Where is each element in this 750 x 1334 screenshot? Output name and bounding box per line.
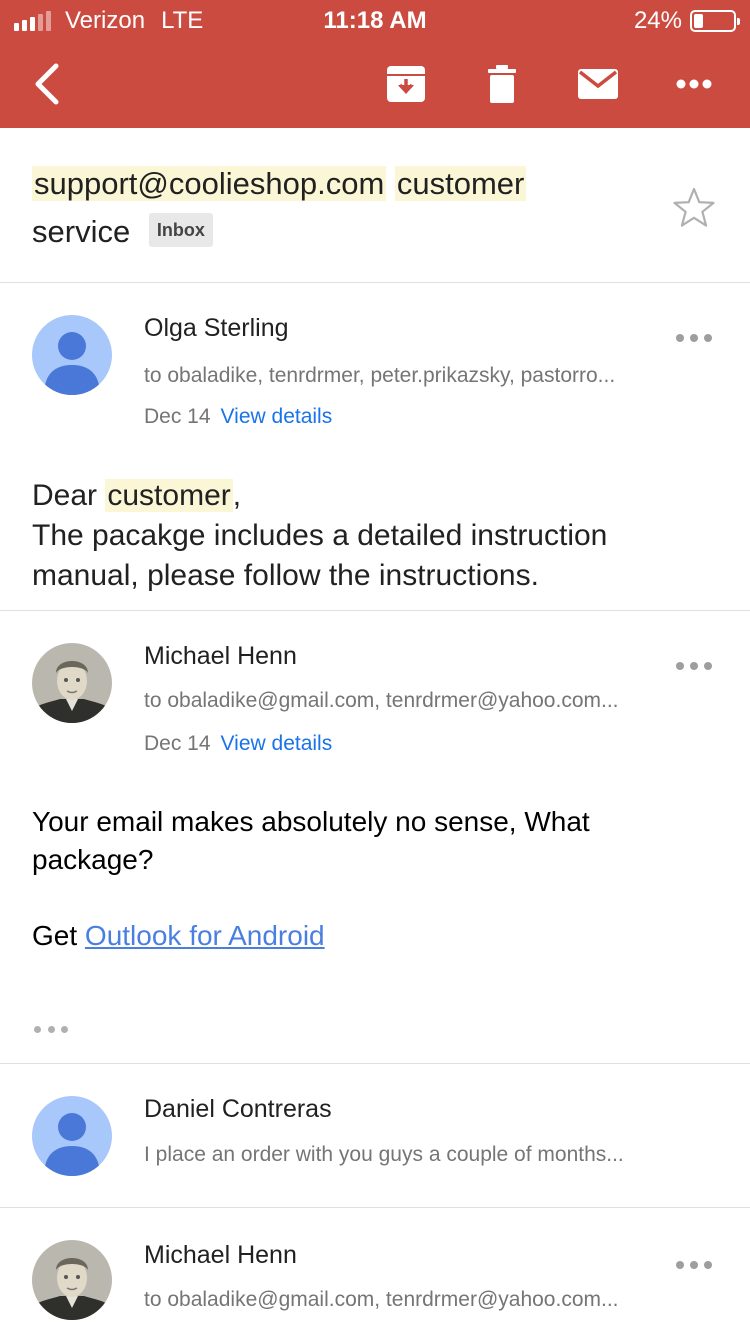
avatar (32, 1240, 112, 1320)
top-toolbar (0, 40, 750, 128)
subject-highlight-email: support@coolieshop.com (32, 166, 387, 201)
message-date: Dec 14 (144, 732, 211, 755)
person-icon (32, 315, 112, 395)
sender-name: Michael Henn (144, 642, 297, 670)
battery-icon (690, 10, 740, 32)
message-snippet: I place an order with you guys a couple … (144, 1143, 624, 1166)
avatar-photo (32, 1240, 112, 1320)
message-item[interactable]: Michael Henn to obaladike@gmail.com, ten… (0, 1208, 750, 1334)
battery-percent: 24% (633, 7, 682, 34)
avatar-photo (32, 643, 112, 723)
body-get-text: Get (32, 920, 78, 951)
message-more-button[interactable] (676, 332, 712, 344)
star-outline-icon (673, 187, 715, 227)
more-options-button[interactable] (666, 40, 722, 128)
message-more-button[interactable] (676, 660, 712, 672)
back-button[interactable] (22, 40, 72, 128)
archive-button[interactable] (382, 40, 430, 128)
mark-unread-button[interactable] (574, 40, 622, 128)
message-more-button[interactable] (676, 1259, 712, 1271)
delete-button[interactable] (480, 40, 524, 128)
recipients-line: to obaladike, tenrdrmer, peter.prikazsky… (144, 364, 616, 387)
subject-title: support@coolieshop.com customer service … (32, 160, 632, 256)
avatar (32, 315, 112, 395)
subject-header: support@coolieshop.com customer service … (0, 128, 750, 283)
star-button[interactable] (672, 186, 716, 230)
more-horizontal-icon (676, 79, 712, 89)
body-greeting-end: , (232, 479, 242, 512)
body-paragraph: The pacakge includes a detailed instruct… (32, 519, 608, 592)
view-details-link[interactable]: View details (221, 405, 333, 428)
person-icon (32, 1096, 112, 1176)
subject-rest: service (32, 214, 131, 249)
inbox-label-badge[interactable]: Inbox (148, 212, 213, 247)
show-trimmed-content-button[interactable] (34, 1024, 68, 1034)
view-details-link[interactable]: View details (221, 732, 333, 755)
body-greeting: Dear (32, 479, 98, 512)
message-item[interactable]: Michael Henn to obaladike@gmail.com, ten… (0, 611, 750, 1063)
archive-icon (387, 66, 425, 102)
message-item[interactable]: Olga Sterling to obaladike, tenrdrmer, p… (0, 283, 750, 610)
chevron-left-icon (35, 63, 59, 105)
message-date: Dec 14 (144, 405, 211, 428)
body-highlight: customer (105, 479, 233, 512)
body-paragraph: Your email makes absolutely no sense, Wh… (32, 806, 590, 875)
mail-icon (578, 69, 618, 99)
subject-highlight-customer: customer (394, 166, 527, 201)
sender-name: Daniel Contreras (144, 1095, 332, 1123)
trash-icon (488, 65, 516, 103)
status-bar: Verizon LTE 11:18 AM 24% (0, 0, 750, 40)
sender-name: Michael Henn (144, 1241, 297, 1269)
avatar (32, 643, 112, 723)
recipients-line: to obaladike@gmail.com, tenrdrmer@yahoo.… (144, 689, 619, 712)
avatar (32, 1096, 112, 1176)
sender-name: Olga Sterling (144, 314, 289, 342)
outlook-link[interactable]: Outlook for Android (85, 920, 325, 951)
recipients-line: to obaladike@gmail.com, tenrdrmer@yahoo.… (144, 1288, 619, 1311)
collapsed-message-item[interactable]: Daniel Contreras I place an order with y… (0, 1064, 750, 1207)
message-body: Dear customer, The pacakge includes a de… (32, 476, 722, 596)
message-body: Your email makes absolutely no sense, Wh… (32, 803, 672, 955)
